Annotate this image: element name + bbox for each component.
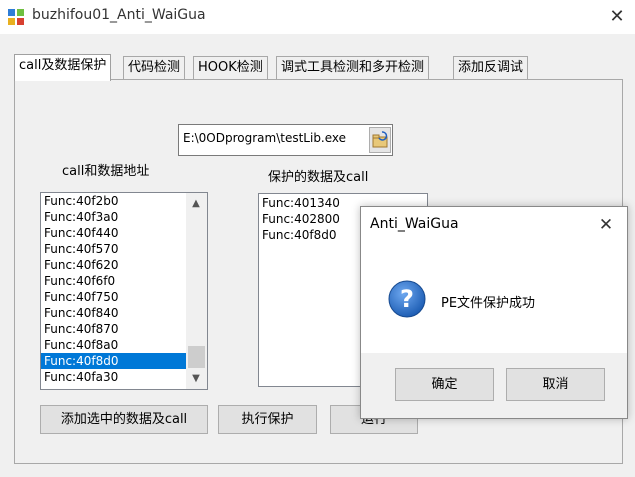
svg-text:?: ? [400,285,414,313]
list-item[interactable]: Func:40f620 [41,257,207,273]
tab-call-data-protect[interactable]: call及数据保护 [14,54,112,81]
tab-add-anti-debug[interactable]: 添加反调试 [453,56,529,80]
dialog-title: Anti_WaiGua [370,216,459,232]
scroll-up-arrow-icon[interactable]: ▲ [188,197,204,211]
call-list-caption: call和数据地址 [62,164,150,179]
list-item[interactable]: Func:40f3a0 [41,209,207,225]
add-selected-button[interactable]: 添加选中的数据及call [40,405,208,434]
list-item[interactable]: Func:40f6f0 [41,273,207,289]
list-item[interactable]: Func:40f2b0 [41,193,207,209]
window-close-button[interactable]: ✕ [604,5,630,29]
question-icon: ? [388,280,426,318]
folder-browse-icon [372,131,388,148]
list-item[interactable]: Func:40f8a0 [41,337,207,353]
dialog-message: PE文件保护成功 [441,296,536,311]
file-path-field[interactable]: E:\0ODprogram\testLib.exe [178,124,393,156]
scroll-thumb[interactable] [188,346,205,368]
browse-button[interactable] [369,127,391,153]
list-item[interactable]: Func:40f570 [41,241,207,257]
list-item[interactable]: Func:40f840 [41,305,207,321]
window-title: buzhifou01_Anti_WaiGua [32,7,206,23]
list-item-selected[interactable]: Func:40f8d0 [41,353,207,369]
execute-protect-button[interactable]: 执行保护 [218,405,317,434]
tab-code-detect[interactable]: 代码检测 [123,56,186,80]
ok-button[interactable]: 确定 [395,368,494,401]
tab-debugger-detect[interactable]: 调式工具检测和多开检测 [276,56,430,80]
dialog-close-button[interactable]: ✕ [594,213,618,237]
cancel-button[interactable]: 取消 [506,368,605,401]
app-icon [8,9,24,25]
tab-hook-detect[interactable]: HOOK检测 [193,56,268,80]
scroll-down-arrow-icon[interactable]: ▼ [188,372,204,386]
call-address-list[interactable]: Func:40f2b0 Func:40f3a0 Func:40f440 Func… [40,192,208,390]
protected-list-caption: 保护的数据及call [268,170,369,185]
list-item[interactable]: Func:40f440 [41,225,207,241]
list-item[interactable]: Func:40f870 [41,321,207,337]
list-item[interactable]: Func:40fa30 [41,369,207,385]
list-item[interactable]: Func:40f750 [41,289,207,305]
